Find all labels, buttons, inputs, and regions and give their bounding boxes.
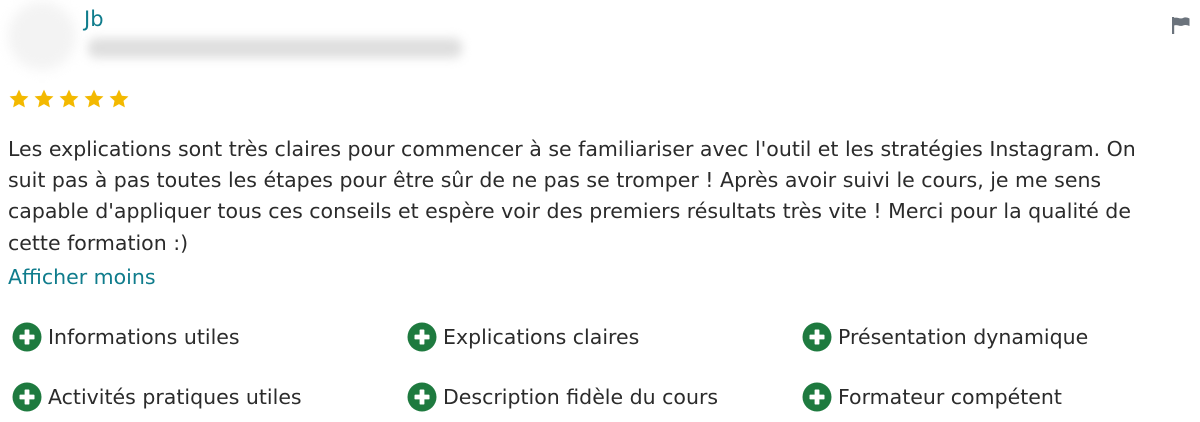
show-less-link[interactable]: Afficher moins	[8, 262, 156, 293]
review-card: Jb Les explications sont très claires po…	[0, 0, 1200, 422]
review-tag: Informations utiles	[12, 322, 407, 352]
plus-circle-icon	[407, 382, 437, 412]
star-icon	[9, 89, 29, 108]
review-tag: Activités pratiques utiles	[12, 382, 407, 412]
star-icon	[109, 89, 129, 108]
review-tag: Description fidèle du cours	[407, 382, 802, 412]
reviewer-name[interactable]: Jb	[84, 6, 104, 32]
report-flag-button[interactable]	[1170, 14, 1192, 36]
review-tags: Informations utiles Explications claires P…	[12, 322, 1197, 412]
review-tag-label: Formateur compétent	[838, 385, 1062, 409]
plus-circle-icon	[12, 322, 42, 352]
review-tag-label: Activités pratiques utiles	[48, 385, 302, 409]
flag-icon	[1172, 17, 1190, 34]
review-tag: Formateur compétent	[802, 382, 1197, 412]
review-tag: Explications claires	[407, 322, 802, 352]
star-icon	[59, 89, 79, 108]
avatar	[8, 2, 76, 70]
review-tag-label: Présentation dynamique	[838, 325, 1089, 349]
star-rating	[8, 88, 130, 110]
review-tag-label: Explications claires	[443, 325, 640, 349]
star-icon	[84, 89, 104, 108]
plus-circle-icon	[802, 382, 832, 412]
plus-circle-icon	[12, 382, 42, 412]
review-text: Les explications sont très claires pour …	[8, 137, 1136, 255]
review-tag-label: Informations utiles	[48, 325, 240, 349]
star-icon	[34, 89, 54, 108]
plus-circle-icon	[407, 322, 437, 352]
review-tag-label: Description fidèle du cours	[443, 385, 719, 409]
plus-circle-icon	[802, 322, 832, 352]
blurred-reviewer-meta	[88, 38, 462, 58]
review-tag: Présentation dynamique	[802, 322, 1197, 352]
